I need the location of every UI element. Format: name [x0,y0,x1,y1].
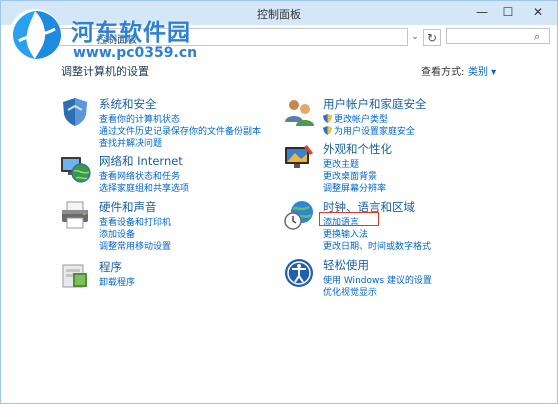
maximize-button[interactable]: ☐ [495,3,521,21]
link-homegroup-sharing[interactable]: 选择家庭组和共享选项 [99,181,189,194]
printer-icon[interactable] [59,199,91,231]
category-title[interactable]: 程序 [99,259,122,275]
link-troubleshoot[interactable]: 查找并解决问题 [99,136,162,149]
link-mobility-settings[interactable]: 调整常用移动设置 [99,239,171,252]
view-by-label: 查看方式: [421,67,465,78]
site-watermark: 河东软件园 www.pc0359.cn [5,5,215,71]
network-globe-icon[interactable] [59,153,91,185]
uac-shield-icon [323,114,332,123]
clock-globe-icon[interactable] [283,199,315,231]
search-icon[interactable]: ⌕ [534,30,548,44]
category-title[interactable]: 系统和安全 [99,96,157,112]
link-screen-resolution[interactable]: 调整屏幕分辨率 [323,181,386,194]
category-title[interactable]: 用户帐户和家庭安全 [323,96,427,112]
watermark-site-name: 河东软件园 [71,20,191,46]
link-uninstall-program[interactable]: 卸载程序 [99,275,135,288]
view-by-dropdown[interactable]: 类别 ▾ [468,63,496,78]
minimize-button[interactable]: — [469,3,495,21]
programs-icon[interactable] [59,259,91,291]
refresh-button[interactable]: ↻ [423,29,441,46]
close-button[interactable]: ✕ [522,3,554,21]
category-title[interactable]: 轻松使用 [323,257,369,273]
ease-of-access-icon[interactable] [283,257,315,289]
security-shield-icon[interactable] [59,96,91,128]
address-dropdown-button[interactable]: ⌄ [408,29,422,44]
category-title[interactable]: 网络和 Internet [99,153,183,169]
user-accounts-icon[interactable] [283,96,315,128]
link-label: 为用户设置家庭安全 [334,127,416,137]
site-logo-icon [9,9,61,61]
link-family-safety[interactable]: 为用户设置家庭安全 [323,124,415,137]
watermark-url: www.pc0359.cn [73,45,198,61]
link-date-time-format[interactable]: 更改日期、时间或数字格式 [323,239,431,252]
category-title[interactable]: 硬件和声音 [99,199,157,215]
appearance-monitor-icon[interactable] [283,141,315,173]
annotation-highlight-box [319,212,379,226]
category-title[interactable]: 外观和个性化 [323,141,392,157]
link-optimize-visual[interactable]: 优化视觉显示 [323,285,377,298]
uac-shield-icon [323,126,332,135]
control-panel-window: 控制面板 — ☐ ✕ › 控制面板 ⌄ ↻ ⌕ 调整计算机的设置 查看方式: 类… [0,0,558,404]
